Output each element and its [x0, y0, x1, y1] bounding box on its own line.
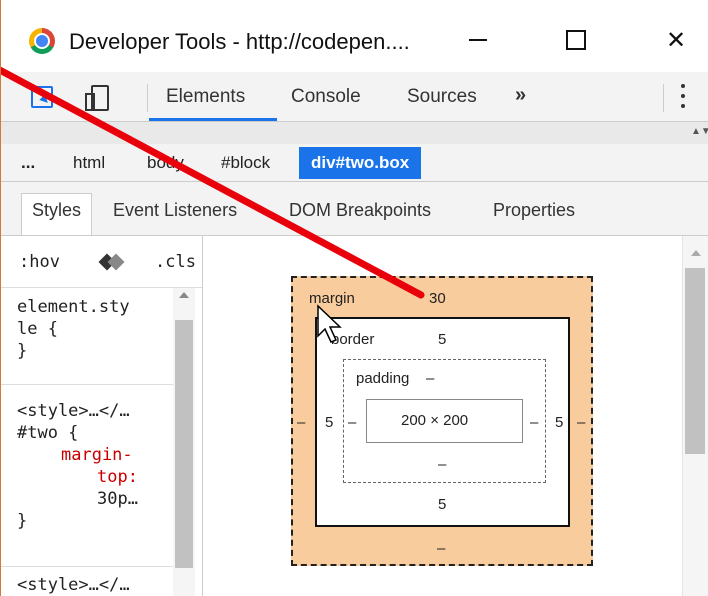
two-style-rule[interactable]: <style>…</… #two {margin-top: 30p…} [17, 400, 138, 532]
breadcrumb-body[interactable]: body [147, 153, 184, 173]
styles-pane: :hov .cls element.sty le {} <style>…</… #t… [1, 236, 203, 596]
breadcrumb-block[interactable]: #block [221, 153, 270, 173]
border-bottom-value[interactable]: 5 [438, 496, 446, 513]
border-top-value[interactable]: 5 [438, 331, 446, 348]
margin-top-value[interactable]: 30 [429, 290, 446, 307]
active-tab-indicator [149, 118, 277, 121]
css-value[interactable]: 30p… [17, 488, 138, 510]
breadcrumb-html[interactable]: html [73, 153, 105, 173]
css-property[interactable]: margin- [17, 444, 138, 466]
hov-toggle[interactable]: :hov [19, 252, 60, 272]
margin-bottom-value[interactable]: – [437, 540, 445, 557]
tab-console[interactable]: Console [291, 86, 361, 108]
padding-left-value[interactable]: – [348, 414, 356, 431]
content-size[interactable]: 200 × 200 [401, 412, 468, 429]
sidebar-tabs: Styles Event Listeners DOM Breakpoints P… [1, 182, 708, 236]
element-style-rule[interactable]: element.sty le {} [17, 296, 130, 362]
margin-label: margin [309, 290, 355, 307]
css-property[interactable]: top: [17, 466, 138, 488]
devtools-window: Developer Tools - http://codepen.... ✕ E… [0, 0, 708, 596]
kebab-menu-icon[interactable] [677, 82, 689, 112]
border-right-value[interactable]: 5 [555, 414, 563, 431]
close-icon: ✕ [665, 26, 687, 54]
margin-left-value[interactable]: – [297, 414, 305, 431]
tab-event-listeners[interactable]: Event Listeners [113, 200, 237, 221]
box-model-border[interactable]: border 5 5 5 5 padding – – – – 200 × 200 [315, 317, 570, 527]
paint-icon[interactable] [101, 252, 123, 272]
dom-tree-partial[interactable]: ▲▼ [1, 122, 708, 144]
scroll-up-icon[interactable] [179, 292, 189, 298]
scroll-arrow-icon[interactable]: ▲▼ [691, 126, 708, 137]
rule-source-link[interactable]: <style>…</… [17, 574, 130, 596]
title-bar: Developer Tools - http://codepen.... ✕ [1, 0, 708, 72]
rule-selector: le { [17, 319, 58, 339]
chrome-logo-icon [29, 28, 55, 54]
toolbar-divider [147, 84, 148, 112]
cls-toggle[interactable]: .cls [155, 252, 196, 272]
rule-close: } [17, 511, 28, 531]
box-model-margin[interactable]: margin 30 – – – border 5 5 5 5 padding –… [291, 276, 593, 566]
padding-label: padding [356, 370, 410, 387]
window-title: Developer Tools - http://codepen.... [69, 29, 410, 54]
tab-properties[interactable]: Properties [493, 200, 575, 221]
scroll-up-icon[interactable] [691, 250, 701, 256]
toolbar-divider [663, 84, 664, 112]
breadcrumb-ellipsis[interactable]: ... [21, 153, 35, 173]
padding-bottom-value[interactable]: – [438, 456, 446, 473]
device-toolbar-icon[interactable] [83, 84, 109, 111]
box-model-padding[interactable]: padding – – – – 200 × 200 [343, 359, 546, 483]
box-model-pane: margin 30 – – – border 5 5 5 5 padding –… [204, 236, 682, 596]
styles-scroll-thumb[interactable] [175, 320, 193, 568]
minimize-button[interactable] [453, 18, 503, 62]
border-left-value[interactable]: 5 [325, 414, 333, 431]
padding-top-value[interactable]: – [426, 370, 434, 387]
breadcrumb-active[interactable]: div#two.box [299, 147, 422, 179]
tab-elements[interactable]: Elements [166, 86, 245, 108]
rule-close: } [17, 341, 28, 361]
rule-divider [1, 566, 173, 567]
style-rule[interactable]: <style>…</… [17, 574, 130, 596]
box-model-scroll-thumb[interactable] [685, 268, 705, 454]
breadcrumb: ... html body #block div#two.box [1, 144, 708, 182]
rule-divider [1, 384, 173, 385]
padding-right-value[interactable]: – [530, 414, 538, 431]
more-tabs-icon[interactable]: » [515, 84, 526, 107]
maximize-button[interactable] [551, 18, 601, 62]
tab-sources[interactable]: Sources [407, 86, 477, 108]
rule-selector: #two { [17, 423, 79, 443]
margin-right-value[interactable]: – [577, 414, 585, 431]
rule-source-link[interactable]: <style>…</… [17, 400, 138, 422]
inspect-element-icon[interactable] [29, 84, 55, 110]
close-button[interactable]: ✕ [651, 18, 701, 62]
rule-selector: element.sty [17, 297, 130, 317]
border-label: border [331, 331, 375, 348]
tab-dom-breakpoints[interactable]: DOM Breakpoints [289, 200, 431, 221]
devtools-toolbar: Elements Console Sources » [1, 72, 708, 122]
box-model-content[interactable]: 200 × 200 [366, 399, 523, 443]
styles-filter-row: :hov .cls [1, 236, 202, 288]
tab-styles[interactable]: Styles [21, 193, 93, 235]
